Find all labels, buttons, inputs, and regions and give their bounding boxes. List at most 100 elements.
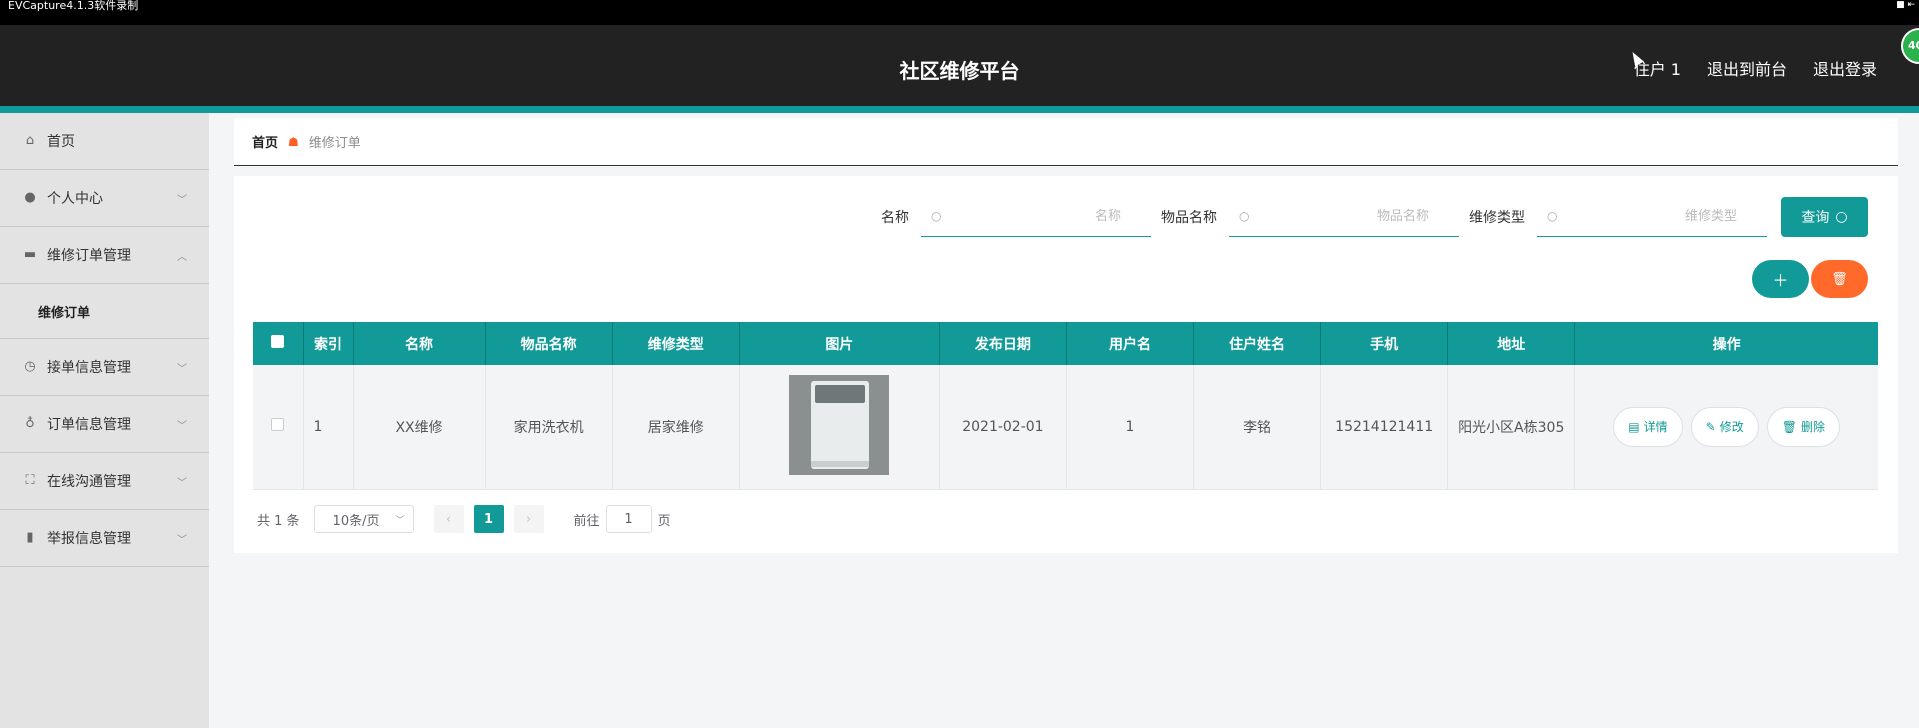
edit-button-label: 修改 bbox=[1719, 420, 1744, 435]
sidebar-item-label: 个人中心 bbox=[47, 191, 103, 207]
content-panel: 名称 ○ 物品名称 ○ 维修类型 ○ 查询 ○ ＋ 🗑 bbox=[234, 176, 1898, 553]
item-name-label: 物品名称 bbox=[1161, 210, 1217, 226]
column-header: 手机 bbox=[1320, 322, 1449, 365]
washer-lid bbox=[815, 384, 866, 403]
page-size-select[interactable]: 10条/页 ﹀ bbox=[313, 505, 414, 533]
fullscreen-icon: ⛶ bbox=[25, 473, 35, 488]
query-button-label: 查询 bbox=[1801, 210, 1830, 226]
user-icon: ● bbox=[24, 190, 36, 205]
batch-delete-button[interactable]: 🗑 bbox=[1811, 260, 1868, 298]
total-count: 共 1 条 bbox=[257, 513, 300, 529]
search-icon: ○ bbox=[1547, 209, 1558, 223]
trash-icon: 🗑 bbox=[1781, 419, 1797, 434]
cell-address: 阳光小区A栋305 bbox=[1447, 365, 1576, 490]
breadcrumb-home[interactable]: 首页 bbox=[252, 132, 278, 151]
recorder-controls[interactable]: ■ ⇤ bbox=[1896, 1, 1915, 10]
detail-button[interactable]: ▤ 详情 bbox=[1613, 406, 1683, 447]
chevron-left-icon: ‹ bbox=[445, 511, 452, 527]
chevron-down-icon: ﹀ bbox=[177, 421, 187, 432]
row-checkbox[interactable] bbox=[271, 418, 285, 432]
cell-actions: ▤ 详情 ✎ 修改 🗑 删除 bbox=[1574, 365, 1878, 490]
cell-image bbox=[739, 365, 940, 490]
header-accent-bar bbox=[0, 106, 1919, 113]
washer-base bbox=[811, 460, 870, 467]
column-header: 维修类型 bbox=[612, 322, 740, 365]
cell-repair-type: 居家维修 bbox=[612, 365, 740, 490]
item-name-search-input[interactable] bbox=[1229, 197, 1459, 236]
sidebar-item-repair-order-mgmt[interactable]: ▬ 维修订单管理 ︿ bbox=[0, 227, 209, 284]
column-header: 索引 bbox=[303, 322, 354, 365]
column-header: 图片 bbox=[739, 322, 940, 365]
column-header: 名称 bbox=[353, 322, 486, 365]
recorder-title: EVCapture4.1.3软件录制 bbox=[8, 0, 139, 12]
briefcase-icon: ▬ bbox=[23, 247, 37, 262]
table-header-row: 索引 名称 物品名称 维修类型 图片 发布日期 用户名 住户姓名 手机 地址 操… bbox=[253, 322, 1878, 365]
chevron-up-icon: ︿ bbox=[177, 252, 187, 263]
sidebar-item-label: 在线沟通管理 bbox=[47, 474, 131, 490]
name-label: 名称 bbox=[881, 210, 909, 226]
delete-button-label: 删除 bbox=[1800, 420, 1825, 435]
page-size-value: 10条/页 bbox=[332, 513, 380, 529]
trash-icon: 🗑 bbox=[1831, 271, 1848, 287]
breadcrumb-separator-icon: ☗ bbox=[288, 134, 299, 149]
goto-page-input[interactable] bbox=[605, 505, 652, 533]
chevron-down-icon: ﹀ bbox=[177, 195, 187, 206]
chevron-down-icon: ﹀ bbox=[395, 515, 405, 526]
document-icon: ▤ bbox=[1628, 419, 1640, 434]
pencil-icon: ✎ bbox=[1705, 419, 1716, 434]
sidebar-item-online-chat-mgmt[interactable]: ⛶ 在线沟通管理 ﹀ bbox=[0, 453, 209, 510]
item-name-search-field: ○ bbox=[1229, 197, 1459, 237]
clock-icon: ◷ bbox=[24, 359, 36, 374]
repair-type-search-input[interactable] bbox=[1537, 197, 1767, 236]
sidebar: ⌂ 首页 ● 个人中心 ﹀ ▬ 维修订单管理 ︿ 维修订单 ◷ 接单信息管理 ﹀… bbox=[0, 113, 209, 728]
exit-to-frontend-link[interactable]: 退出到前台 bbox=[1707, 56, 1787, 80]
logout-link[interactable]: 退出登录 bbox=[1813, 56, 1877, 80]
cell-index: 1 bbox=[303, 365, 354, 490]
cell-item-name: 家用洗衣机 bbox=[485, 365, 613, 490]
chevron-down-icon: ﹀ bbox=[177, 535, 187, 546]
sidebar-item-label: 订单信息管理 bbox=[47, 417, 131, 433]
sidebar-subitem-repair-orders[interactable]: 维修订单 bbox=[0, 284, 209, 339]
edit-button[interactable]: ✎ 修改 bbox=[1690, 406, 1759, 447]
sidebar-item-label: 维修订单管理 bbox=[47, 248, 131, 264]
next-page-button[interactable]: › bbox=[513, 505, 544, 533]
sidebar-item-label: 接单信息管理 bbox=[47, 360, 131, 376]
prev-page-button[interactable]: ‹ bbox=[433, 505, 464, 533]
select-all-checkbox[interactable] bbox=[271, 335, 285, 348]
page-suffix: 页 bbox=[657, 513, 671, 529]
row-select-cell bbox=[253, 365, 304, 490]
sidebar-item-personal-center[interactable]: ● 个人中心 ﹀ bbox=[0, 170, 209, 227]
add-button[interactable]: ＋ bbox=[1752, 260, 1809, 298]
header-links: 住户 1 退出到前台 退出登录 bbox=[1634, 56, 1877, 80]
chevron-down-icon: ﹀ bbox=[177, 364, 187, 375]
query-button[interactable]: 查询 ○ bbox=[1781, 197, 1868, 237]
cell-resident-name: 李铭 bbox=[1193, 365, 1322, 490]
search-icon: ○ bbox=[1835, 209, 1848, 225]
chevron-right-icon: › bbox=[525, 511, 532, 527]
search-icon: ○ bbox=[1239, 209, 1250, 223]
pagination: 共 1 条 10条/页 ﹀ ‹ 1 › 前往 页 bbox=[257, 505, 671, 533]
column-header: 操作 bbox=[1574, 322, 1878, 365]
goto-label: 前往 bbox=[573, 513, 600, 529]
sidebar-item-home[interactable]: ⌂ 首页 bbox=[0, 113, 209, 170]
page-number-button[interactable]: 1 bbox=[473, 505, 504, 533]
orders-table: 索引 名称 物品名称 维修类型 图片 发布日期 用户名 住户姓名 手机 地址 操… bbox=[253, 322, 1878, 490]
sidebar-item-order-info-mgmt[interactable]: ♁ 订单信息管理 ﹀ bbox=[0, 396, 209, 453]
name-search-input[interactable] bbox=[921, 197, 1151, 236]
action-buttons: ＋ 🗑 bbox=[1752, 260, 1868, 298]
washing-machine-image[interactable] bbox=[789, 374, 890, 475]
breadcrumb: 首页 ☗ 维修订单 bbox=[234, 118, 1898, 166]
search-form: 名称 ○ 物品名称 ○ 维修类型 ○ 查询 ○ bbox=[881, 197, 1868, 237]
select-all-header bbox=[253, 322, 304, 365]
delete-button[interactable]: 🗑 删除 bbox=[1766, 406, 1840, 447]
plus-icon: ＋ bbox=[1772, 271, 1789, 290]
table-row: 1 XX维修 家用洗衣机 居家维修 2021-02-01 1 李铭 152141… bbox=[253, 365, 1878, 490]
microphone-icon: ♁ bbox=[25, 416, 35, 431]
sidebar-item-report-mgmt[interactable]: ▮ 举报信息管理 ﹀ bbox=[0, 510, 209, 567]
sidebar-item-order-taking-mgmt[interactable]: ◷ 接单信息管理 ﹀ bbox=[0, 339, 209, 396]
chevron-down-icon: ﹀ bbox=[177, 478, 187, 489]
sidebar-item-label: 首页 bbox=[47, 134, 75, 150]
detail-button-label: 详情 bbox=[1643, 420, 1668, 435]
repair-type-label: 维修类型 bbox=[1469, 210, 1525, 226]
column-header: 住户姓名 bbox=[1193, 322, 1322, 365]
